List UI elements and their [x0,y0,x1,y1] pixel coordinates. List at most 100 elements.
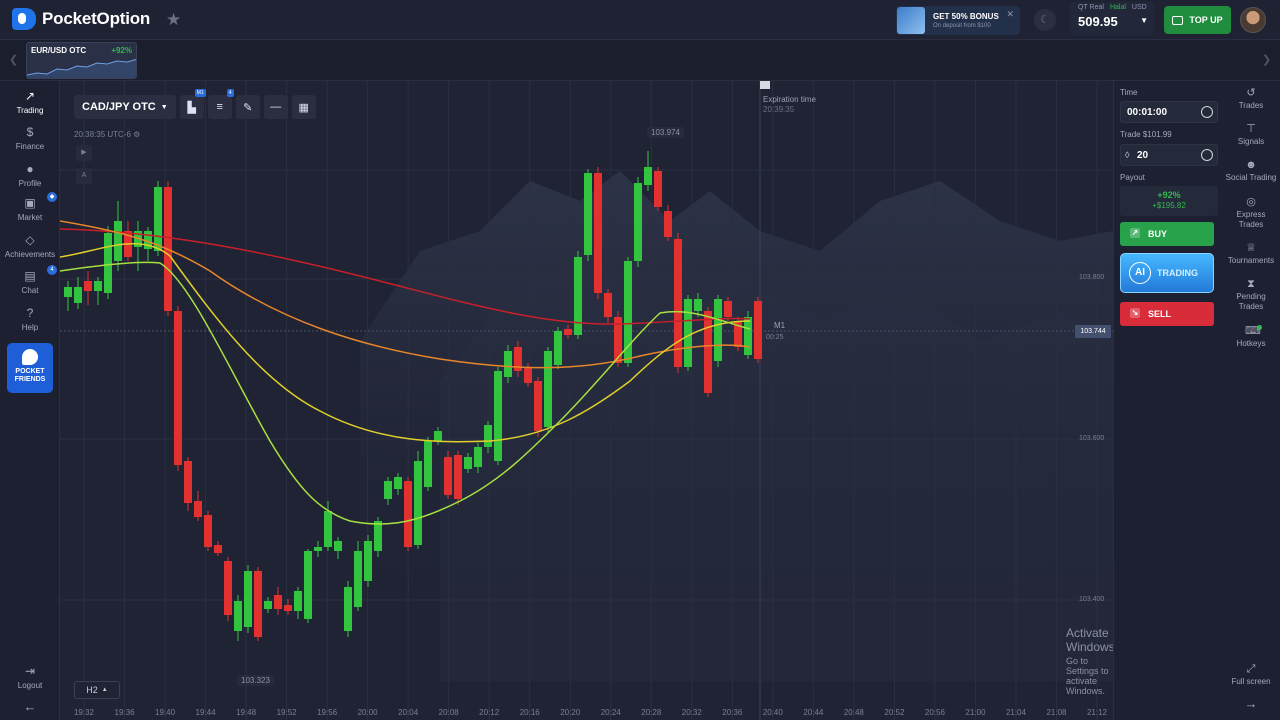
nav-help[interactable]: ? Help [0,306,60,332]
text-tool-icon[interactable]: A [76,168,92,184]
nav-finance[interactable]: $ Finance [0,125,60,151]
candle-body [744,317,752,355]
avatar[interactable] [1240,7,1266,33]
time-axis-label: 20:56 [924,708,945,717]
trade-amount-input[interactable]: 20 ◊ [1120,144,1218,166]
buy-button[interactable]: ↗ BUY [1120,222,1214,246]
timeframe-selector[interactable]: H2 ▲ [74,681,120,699]
nav-social-trading[interactable]: ☻ Social Trading [1222,159,1280,183]
nav-tournaments[interactable]: ♕ Tournaments [1222,242,1280,266]
nav-social-label: Social Trading [1225,173,1277,182]
candle-body [344,587,352,631]
nav-signals[interactable]: ⊤ Signals [1222,123,1280,147]
percent-icon[interactable] [1201,149,1213,161]
candle-body [74,287,82,303]
nav-express-trades[interactable]: ◎ Express Trades [1222,196,1280,230]
time-axis-label: 20:28 [641,708,662,717]
time-axis-label: 20:44 [803,708,824,717]
candle-body [564,329,572,335]
gear-icon[interactable]: ⚙ [133,130,140,139]
collapse-arrow-icon[interactable]: ← [0,699,60,714]
payout-label: Payout [1120,173,1145,182]
price-chart[interactable]: CAD/JPY OTC ▼ ▙ M1 ≡ 4 ✎ — ▦ 20:38:35 UT… [60,81,1113,720]
brand-logo[interactable]: PocketOption [12,8,150,30]
nav-logout[interactable]: ⇥ Logout [0,664,60,690]
low-price-label: 103.323 [237,675,274,686]
candle-body [154,187,162,251]
candle-body [714,299,722,361]
nav-pending-trades[interactable]: ⧗ Pending Trades [1222,278,1280,312]
layout-button[interactable]: ▦ [291,95,316,119]
nav-pending-label-2: Trades [1238,302,1264,311]
time-axis-label: 19:32 [73,708,95,717]
time-axis-label: 20:36 [722,708,743,717]
candle-body [94,281,102,291]
pocket-friends-icon [22,349,38,365]
nav-achievements[interactable]: ◇ Achievements [0,233,60,259]
expand-icon: ⤢ [1246,663,1256,675]
indicators-button[interactable]: ≡ 4 [207,89,234,119]
time-axis: 19:32 19:36 19:40 19:44 19:48 19:52 19:56 20:00… [60,706,1113,720]
dollar-icon: $ [26,125,34,139]
bonus-image [897,7,925,34]
candle-body [244,571,252,627]
expiration-time-input[interactable]: 00:01:00 [1120,101,1218,123]
candle-body [674,239,682,367]
keyboard-icon: ⌨ [1245,325,1261,337]
nav-chat[interactable]: ▤ 4 Chat [0,265,60,295]
top-up-button[interactable]: TOP UP [1164,6,1231,34]
drawing-tools-button[interactable]: ✎ [235,95,260,119]
chevron-right-icon[interactable]: ❯ [1262,53,1271,66]
candle-body [214,545,222,553]
chevron-left-icon[interactable]: ❮ [9,53,18,66]
line-tool-button[interactable]: — [263,95,288,119]
ai-trading-button[interactable]: AI TRADING [1120,253,1214,293]
sell-button[interactable]: ↘ SELL [1120,302,1214,326]
account-switcher[interactable]: QT Real Halal USD 509.95 ▼ [1070,2,1154,36]
candle-body [454,455,462,499]
chart-type-button[interactable]: ▙ M1 [179,89,206,119]
price-axis-label: 103.600 [1079,435,1105,442]
star-favorite-icon[interactable]: ★ [166,10,181,30]
top-up-label: TOP UP [1189,15,1223,25]
user-icon: ● [26,162,34,176]
nav-fullscreen[interactable]: ⤢ Full screen [1222,663,1280,687]
cart-icon: ▣ [24,196,36,210]
price-axis-label: 103.800 [1079,274,1105,281]
play-icon[interactable]: ▶ [76,145,92,161]
clock-icon[interactable] [1201,106,1213,118]
grid-icon: ▦ [298,101,309,114]
asset-tab[interactable]: EUR/USD OTC +92% [26,42,137,79]
candle-body [354,551,362,607]
nav-trades[interactable]: ↺ Trades [1222,87,1280,111]
nav-profile[interactable]: ● Profile [0,162,60,188]
timeframe-marker: M1 [774,321,786,330]
asset-selector[interactable]: CAD/JPY OTC ▼ [74,95,176,119]
theme-toggle-moon-icon[interactable]: ☾ [1034,9,1056,31]
collapse-right-arrow-icon[interactable]: → [1222,697,1280,710]
candle-body [544,351,552,427]
bonus-banner[interactable]: GET 50% BONUS On deposit from $100 ✕ [896,6,1020,35]
candle-body [504,351,512,377]
nav-market[interactable]: ▣ ◆ Market [0,192,60,222]
chat-icon: ▤ [24,269,36,283]
users-icon: ☻ [1245,159,1257,171]
asset-tab-payout: +92% [111,46,132,55]
time-axis-label: 20:32 [681,708,702,717]
candle-body [704,311,712,393]
candle-body [624,261,632,363]
candle-body [304,551,312,619]
close-icon[interactable]: ✕ [1006,9,1014,20]
candle-body [414,461,422,545]
nav-hotkeys[interactable]: ⌨ Hotkeys [1222,325,1280,349]
pocketoption-logo-icon [12,8,36,30]
nav-trading[interactable]: ↗ Trading [0,89,60,115]
expiration-flag-icon[interactable] [760,81,770,89]
payout-percent: +92% [1157,190,1181,200]
candle-body [274,595,282,609]
time-axis-label: 20:12 [479,708,500,717]
nav-pending-label-1: Pending [1236,292,1266,301]
pocket-friends-button[interactable]: POCKET FRIENDS [7,343,53,393]
caret-down-icon: ▼ [160,103,168,111]
candle-body [664,211,672,237]
